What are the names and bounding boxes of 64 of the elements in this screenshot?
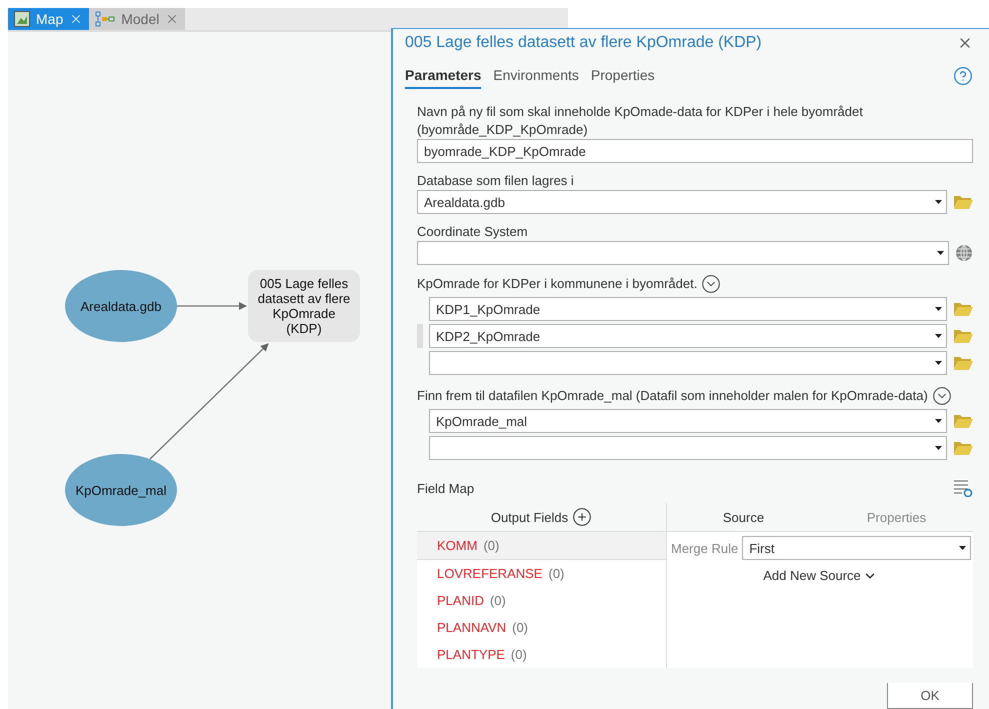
caret-icon	[959, 546, 966, 550]
folder-icon[interactable]	[953, 328, 973, 344]
view-tab[interactable]: Map	[8, 8, 90, 30]
caret-icon	[935, 334, 942, 338]
dialog-tab[interactable]: Properties	[590, 63, 655, 89]
dropdown-field[interactable]: Arealdata.gdb	[417, 190, 947, 214]
caret-icon	[935, 200, 942, 204]
field-name: PLANTYPE	[437, 647, 505, 662]
view-tab[interactable]: Model	[89, 8, 186, 30]
dropdown-field[interactable]: KpOmrade_mal	[429, 409, 947, 433]
add-icon[interactable]	[572, 507, 592, 527]
caret-icon	[935, 307, 942, 311]
row-handle[interactable]	[417, 324, 423, 348]
dropdown-field[interactable]: First	[742, 536, 971, 560]
data-node[interactable]: KpOmrade_mal	[65, 454, 177, 526]
dropdown-field[interactable]	[429, 436, 947, 460]
field-map-icon[interactable]	[953, 479, 973, 497]
field-name: KOMM	[437, 538, 478, 553]
parameter-label: KpOmrade for KDPer i kommunene i byområdet.	[417, 275, 698, 293]
merge-rule-label: Merge Rule	[671, 540, 738, 556]
caret-icon	[935, 446, 942, 450]
dropdown-field[interactable]: KDP1_KpOmrade	[429, 297, 947, 321]
folder-icon[interactable]	[953, 355, 973, 371]
folder-icon[interactable]	[953, 440, 973, 456]
folder-icon[interactable]	[953, 413, 973, 429]
expand-icon[interactable]	[701, 274, 722, 294]
parameter-label: Database som filen lagres i	[417, 172, 575, 190]
field-row[interactable]: KOMM (0)	[417, 532, 666, 560]
field-count: (0)	[548, 566, 564, 581]
dropdown-field[interactable]: KDP2_KpOmrade	[429, 324, 947, 348]
folder-icon[interactable]	[953, 301, 973, 317]
expand-icon[interactable]	[932, 386, 952, 406]
input-field[interactable]: byomrade_KDP_KpOmrade	[417, 139, 973, 163]
folder-icon[interactable]	[953, 194, 973, 210]
connector-arrow	[177, 302, 247, 310]
field-count: (0)	[490, 593, 506, 608]
dialog-title: 005 Lage felles datasett av flere KpOmrade (KDP)	[405, 34, 762, 52]
add-source-link[interactable]: Add New Source	[763, 568, 877, 583]
field-count: (0)	[512, 620, 528, 635]
field-name: PLANID	[437, 593, 484, 608]
field-count: (0)	[483, 538, 500, 553]
data-node[interactable]: Arealdata.gdb	[65, 270, 177, 342]
caret-icon	[935, 419, 942, 423]
section-title: Field Map	[417, 480, 474, 496]
parameter-label: Coordinate System	[417, 223, 529, 241]
parameter-label: Navn på ny fil som skal inneholde KpOmade-data for KDPer i hele byområdet (byområde_KDP_KpOmrade)	[417, 103, 864, 139]
ok-button[interactable]: OK	[887, 683, 973, 709]
caret-icon	[937, 251, 944, 255]
dialog-tab[interactable]: Parameters	[405, 63, 482, 89]
dropdown-field[interactable]	[417, 241, 949, 265]
field-count: (0)	[510, 647, 527, 662]
field-name: LOVREFERANSE	[437, 566, 542, 581]
globe-icon[interactable]	[955, 244, 973, 262]
field-name: PLANNAVN	[437, 620, 506, 635]
map-icon	[14, 11, 30, 27]
help-icon[interactable]	[953, 66, 973, 86]
model-icon	[95, 11, 116, 27]
tool-node[interactable]: 005 Lage felles datasett av flere KpOmrade (KDP)	[248, 270, 360, 342]
column-header: Output Fields	[490, 510, 568, 524]
dropdown-field[interactable]	[429, 351, 947, 375]
caret-icon	[935, 361, 942, 365]
dialog-tab[interactable]: Environments	[493, 63, 579, 89]
source-tab[interactable]: Source	[667, 503, 820, 531]
parameter-label: Finn frem til datafilen KpOmrade_mal (Datafil som inneholder malen for KpOmrade-data)	[417, 387, 928, 405]
